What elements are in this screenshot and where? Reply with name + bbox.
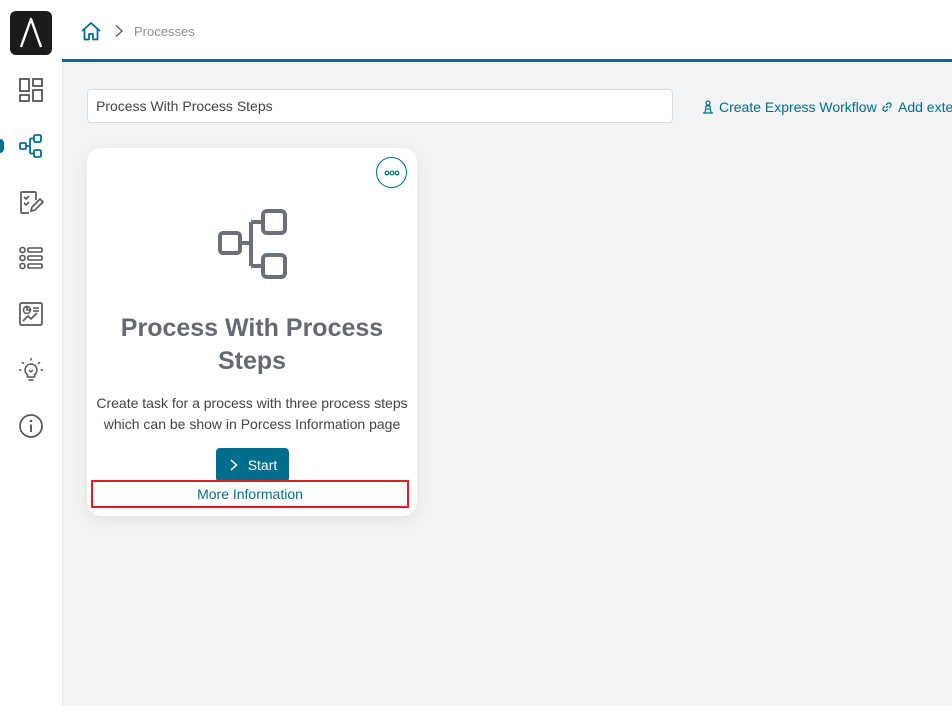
- ellipsis-icon: [384, 170, 399, 175]
- sidebar-item-processes[interactable]: [0, 126, 62, 166]
- more-information-label: More Information: [197, 486, 303, 502]
- list-icon: [19, 246, 43, 270]
- workflow-icon: [703, 100, 713, 114]
- home-icon[interactable]: [80, 20, 102, 42]
- sidebar-item-list[interactable]: [0, 238, 62, 278]
- sidebar: [0, 0, 63, 706]
- sidebar-item-ideas[interactable]: [0, 350, 62, 390]
- sidebar-item-dashboard[interactable]: [0, 70, 62, 110]
- top-header: Processes: [62, 0, 952, 62]
- card-description: Create task for a process with three pro…: [96, 395, 408, 432]
- create-express-workflow-label: Create Express Workflow: [719, 99, 877, 115]
- start-button[interactable]: Start: [216, 448, 289, 482]
- add-external-link[interactable]: Add exte: [880, 99, 952, 115]
- checklist-edit-icon: [20, 191, 44, 214]
- create-express-workflow-link[interactable]: Create Express Workflow: [701, 99, 877, 115]
- add-external-label: Add exte: [898, 99, 952, 115]
- more-information-link[interactable]: More Information: [91, 480, 409, 508]
- sidebar-item-info[interactable]: [0, 406, 62, 446]
- sidebar-item-tasks[interactable]: [0, 182, 62, 222]
- search-input[interactable]: [87, 89, 673, 123]
- process-flow-icon: [218, 209, 287, 279]
- breadcrumb-current: Processes: [134, 23, 195, 39]
- process-card: Process With Process Steps Create task f…: [87, 148, 417, 516]
- logo-mark-icon: [19, 17, 43, 48]
- app-logo[interactable]: [10, 11, 52, 55]
- report-chart-icon: [19, 302, 43, 326]
- chevron-right-icon: [115, 24, 124, 38]
- start-button-label: Start: [247, 457, 278, 473]
- breadcrumb: Processes: [80, 20, 195, 42]
- chevron-right-icon: [230, 459, 238, 471]
- sidebar-item-reports[interactable]: [0, 294, 62, 334]
- info-icon: [19, 414, 43, 438]
- dashboard-icon: [19, 78, 43, 102]
- card-more-options-button[interactable]: [376, 157, 407, 188]
- process-flow-icon: [19, 134, 42, 158]
- lightbulb-icon: [19, 358, 43, 381]
- card-title: Process With Process Steps: [120, 314, 384, 375]
- link-icon: [882, 102, 892, 112]
